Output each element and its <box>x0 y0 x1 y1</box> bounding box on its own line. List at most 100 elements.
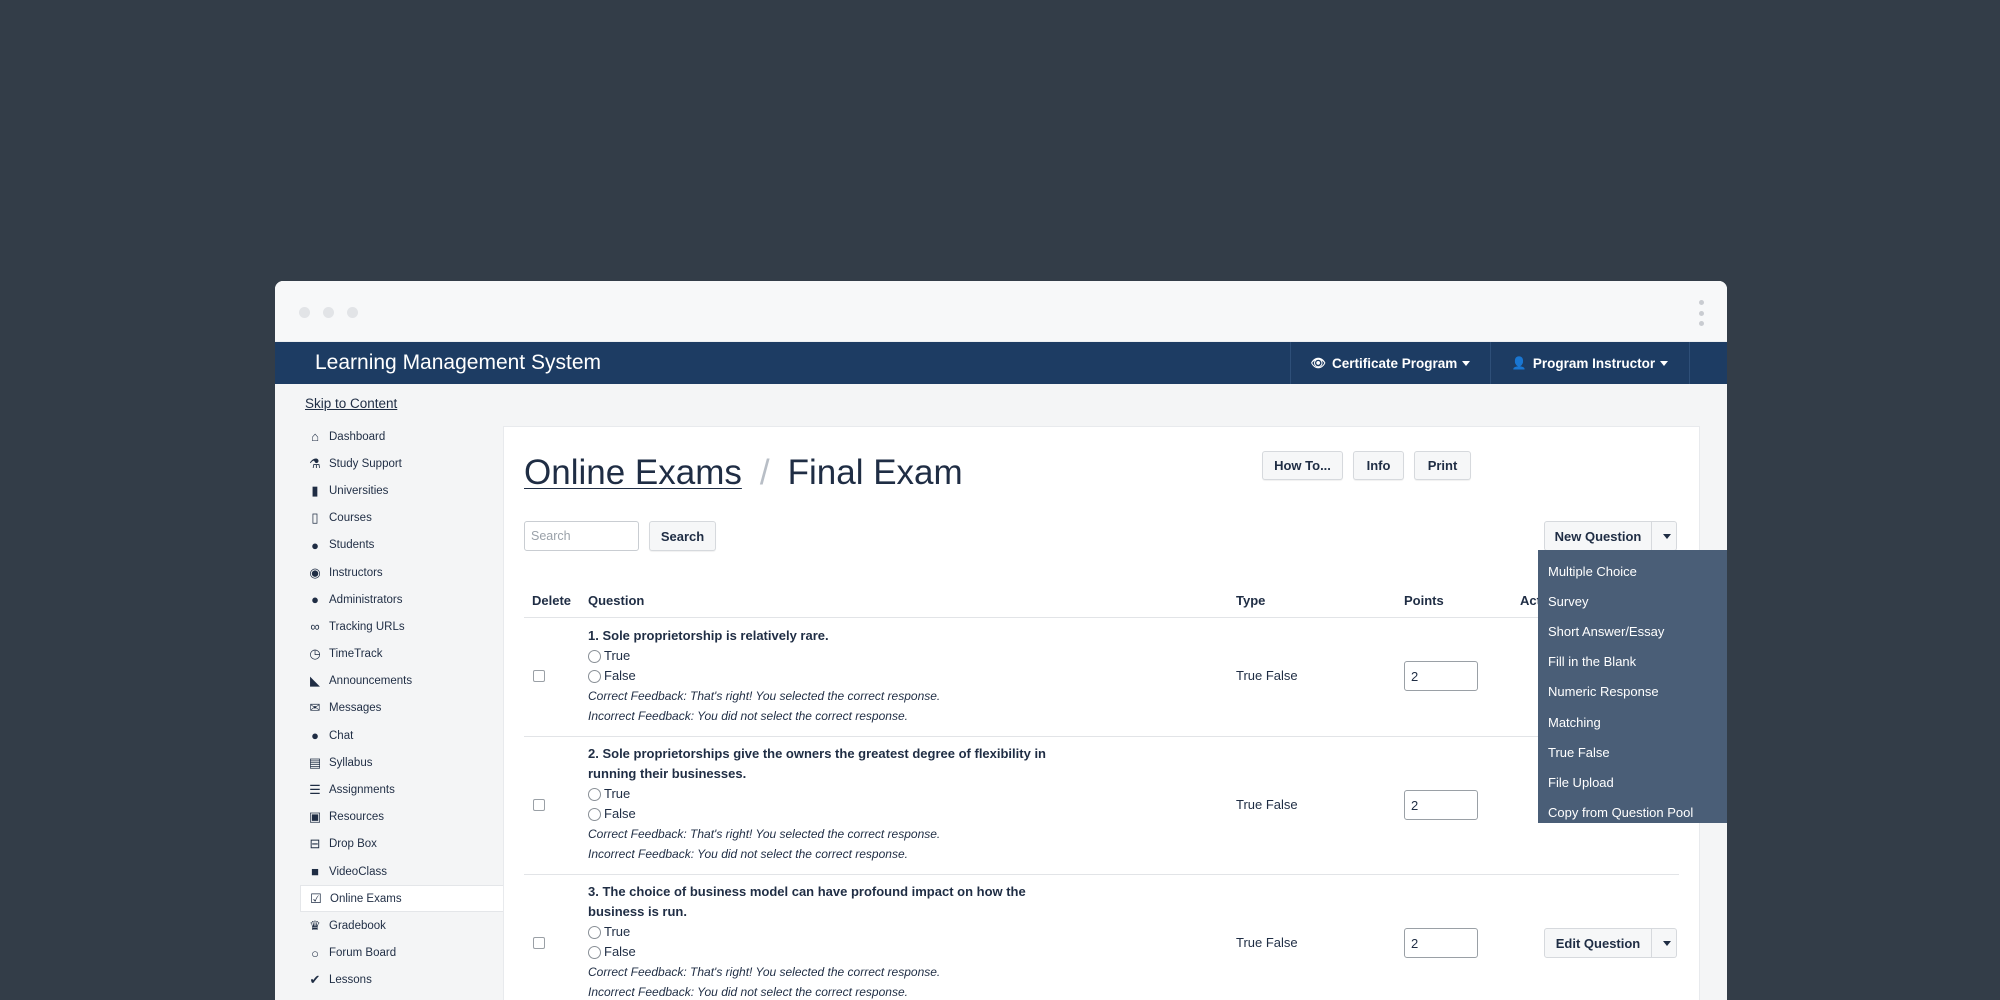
sidebar-item-announcements[interactable]: ◣ Announcements <box>303 668 503 695</box>
radio-button[interactable] <box>588 787 601 801</box>
checkbox-icon: ☑ <box>310 890 322 906</box>
window-maximize-dot[interactable] <box>347 307 358 318</box>
sidebar-item-universities[interactable]: ▮ Universities <box>303 477 503 504</box>
breadcrumb-separator: / <box>759 453 770 492</box>
new-question-dropdown-menu: Multiple Choice Survey Short Answer/Essay F… <box>1538 550 1727 823</box>
sidebar-item-gradebook[interactable]: ♛ Gradebook <box>303 912 503 939</box>
menu-item-matching[interactable]: Matching <box>1538 707 1727 737</box>
flask-icon: ⚗ <box>309 455 321 471</box>
answer-option-label: True <box>604 648 631 663</box>
info-button[interactable]: Info <box>1353 451 1404 480</box>
sidebar-item-syllabus[interactable]: ▤ Syllabus <box>303 749 503 776</box>
incorrect-feedback: Incorrect Feedback: You did not select t… <box>588 709 908 723</box>
sidebar-item-tracking-urls[interactable]: ∞ Tracking URLs <box>303 613 503 640</box>
sidebar-item-students[interactable]: ● Students <box>303 532 503 559</box>
window-close-dot[interactable] <box>299 307 310 318</box>
envelope-icon: ✉ <box>309 700 321 716</box>
points-input[interactable]: 2 <box>1404 928 1478 958</box>
sidebar-item-forum-board[interactable]: ○ Forum Board <box>303 940 503 967</box>
answer-option-label: False <box>604 944 636 959</box>
how-to-button[interactable]: How To... <box>1262 451 1343 480</box>
radio-button[interactable] <box>588 945 601 959</box>
caret-down-icon <box>1662 533 1671 539</box>
delete-checkbox[interactable] <box>533 799 545 811</box>
sidebar-item-label: Universities <box>329 484 389 497</box>
skip-to-content-link[interactable]: Skip to Content <box>305 396 397 411</box>
menu-item-file-upload[interactable]: File Upload <box>1538 767 1727 797</box>
points-input[interactable]: 2 <box>1404 790 1478 820</box>
incorrect-feedback: Incorrect Feedback: You did not select t… <box>588 985 908 999</box>
sidebar-item-courses[interactable]: ▯ Courses <box>303 505 503 532</box>
sidebar-item-label: Students <box>329 539 375 552</box>
sidebar-item-lessons[interactable]: ✔ Lessons <box>303 967 503 994</box>
eye-icon: 👁 <box>1310 356 1326 370</box>
user-icon: 👤 <box>1511 356 1527 370</box>
sidebar-item-label: Courses <box>329 512 372 525</box>
sidebar-item-label: Assignments <box>329 784 395 797</box>
answer-option: True <box>588 922 1068 942</box>
list-icon: ☰ <box>309 782 321 798</box>
sidebar-item-online-exams[interactable]: ☑ Online Exams <box>300 885 503 913</box>
points-input[interactable]: 2 <box>1404 661 1478 691</box>
sidebar-item-chat[interactable]: ● Chat <box>303 722 503 749</box>
edit-question-dropdown-toggle[interactable] <box>1652 928 1677 958</box>
table-row: 2. Sole proprietorships give the owners … <box>524 736 1679 874</box>
program-menu[interactable]: 👁 Certificate Program <box>1290 342 1490 384</box>
user-icon: ● <box>311 537 319 553</box>
answer-option: False <box>588 942 1068 962</box>
search-button[interactable]: Search <box>649 521 716 551</box>
sidebar-item-label: Resources <box>329 811 384 824</box>
sidebar-item-administrators[interactable]: ● Administrators <box>303 586 503 613</box>
menu-item-copy-from-question-pool[interactable]: Copy from Question Pool <box>1538 798 1727 828</box>
user-menu[interactable]: 👤 Program Instructor <box>1490 342 1690 384</box>
radio-button[interactable] <box>588 649 601 663</box>
sidebar-item-videoclass[interactable]: ■ VideoClass <box>303 858 503 885</box>
sidebar-item-timetrack[interactable]: ◷ TimeTrack <box>303 641 503 668</box>
delete-checkbox[interactable] <box>533 670 545 682</box>
breadcrumb-online-exams[interactable]: Online Exams <box>524 453 742 492</box>
sidebar-item-instructors[interactable]: ◉ Instructors <box>303 559 503 586</box>
main-panel: Online Exams / Final Exam How To... Info P… <box>503 426 1700 1000</box>
sidebar-item-study-support[interactable]: ⚗ Study Support <box>303 450 503 477</box>
window-minimize-dot[interactable] <box>323 307 334 318</box>
sidebar-item-label: Messages <box>329 702 382 715</box>
edit-question-button[interactable]: Edit Question <box>1544 928 1652 958</box>
menu-item-short-answer-essay[interactable]: Short Answer/Essay <box>1538 616 1727 646</box>
table-row: 3. The choice of business model can have… <box>524 874 1679 1000</box>
correct-feedback: Correct Feedback: That's right! You sele… <box>588 827 941 841</box>
radio-button[interactable] <box>588 807 601 821</box>
question-text: 1. Sole proprietorship is relatively rar… <box>588 628 829 643</box>
menu-item-fill-in-the-blank[interactable]: Fill in the Blank <box>1538 647 1727 677</box>
sidebar-item-dashboard[interactable]: ⌂ Dashboard <box>303 423 503 450</box>
menu-item-numeric-response[interactable]: Numeric Response <box>1538 677 1727 707</box>
sidebar-item-assignments[interactable]: ☰ Assignments <box>303 776 503 803</box>
home-icon: ⌂ <box>311 429 319 445</box>
answer-option-label: False <box>604 668 636 683</box>
delete-checkbox[interactable] <box>533 937 545 949</box>
bookmark-outline-icon: ▯ <box>311 510 319 526</box>
menu-item-true-false[interactable]: True False <box>1538 737 1727 767</box>
answer-option-label: True <box>604 786 631 801</box>
column-header-question: Question <box>588 593 645 608</box>
print-button[interactable]: Print <box>1414 451 1471 480</box>
sidebar-item-drop-box[interactable]: ⊟ Drop Box <box>303 831 503 858</box>
user-menu-label: Program Instructor <box>1532 355 1656 371</box>
new-question-button[interactable]: New Question <box>1544 521 1652 551</box>
sidebar-item-messages[interactable]: ✉ Messages <box>303 695 503 722</box>
sidebar-item-label: Syllabus <box>329 756 373 769</box>
search-input[interactable]: Search <box>524 521 639 551</box>
edit-question-split-button: Edit Question <box>1544 928 1677 958</box>
answer-option-label: True <box>604 924 631 939</box>
sidebar-item-resources[interactable]: ▣ Resources <box>303 804 503 831</box>
caret-down-icon <box>1462 360 1471 366</box>
new-question-dropdown-toggle[interactable] <box>1652 521 1677 551</box>
caret-down-icon <box>1660 360 1669 366</box>
kebab-menu-icon[interactable] <box>1699 300 1705 326</box>
menu-item-survey[interactable]: Survey <box>1538 586 1727 616</box>
sidebar-item-label: Administrators <box>329 593 403 606</box>
menu-item-multiple-choice[interactable]: Multiple Choice <box>1538 556 1727 586</box>
radio-button[interactable] <box>588 925 601 939</box>
question-cell: 1. Sole proprietorship is relatively rar… <box>588 626 1068 726</box>
radio-button[interactable] <box>588 669 601 683</box>
question-text: 2. Sole proprietorships give the owners … <box>588 746 1046 781</box>
